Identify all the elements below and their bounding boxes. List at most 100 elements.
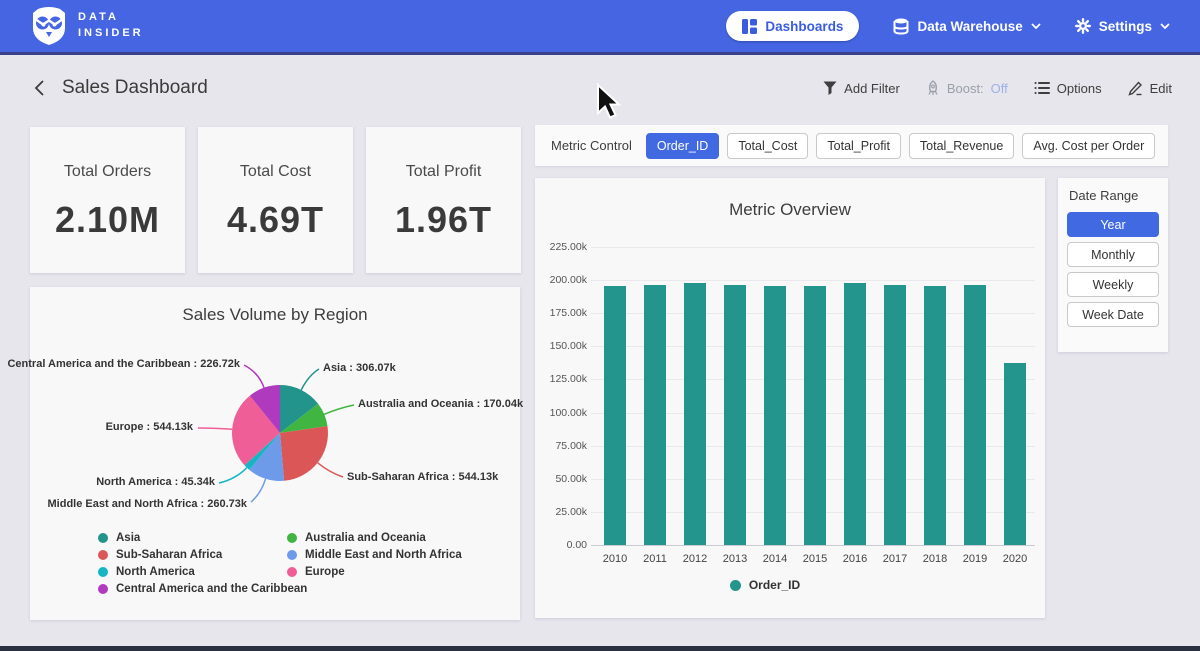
metric-pill-total-cost[interactable]: Total_Cost bbox=[727, 133, 808, 159]
x-axis-tick: 2018 bbox=[915, 553, 955, 565]
x-axis-tick: 2019 bbox=[955, 553, 995, 565]
pie-legend-item[interactable]: Europe bbox=[287, 566, 462, 578]
legend-label: Order_ID bbox=[749, 578, 800, 592]
data-warehouse-menu[interactable]: Data Warehouse bbox=[893, 18, 1040, 35]
bar-2019 bbox=[964, 285, 986, 545]
settings-label: Settings bbox=[1099, 19, 1152, 34]
bar-2011 bbox=[644, 285, 666, 545]
metric-control-bar: Metric Control Order_ID Total_Cost Total… bbox=[535, 125, 1168, 166]
pie-legend-item[interactable]: North America bbox=[98, 566, 307, 578]
chevron-down-icon bbox=[1031, 23, 1041, 30]
x-axis-tick: 2017 bbox=[875, 553, 915, 565]
y-axis-tick: 0.00 bbox=[537, 539, 587, 551]
bar-2016 bbox=[844, 283, 866, 545]
date-range-panel: Date Range Year Monthly Weekly Week Date bbox=[1058, 178, 1168, 352]
y-axis-tick: 125.00k bbox=[537, 373, 587, 385]
list-options-icon bbox=[1034, 81, 1050, 95]
bar-2018 bbox=[924, 286, 946, 545]
pie-callout: Middle East and North Africa : 260.73k bbox=[48, 498, 247, 510]
legend-label: Middle East and North Africa bbox=[305, 549, 462, 561]
legend-label: North America bbox=[116, 566, 195, 578]
pie-legend-column-1: Asia Sub-Saharan Africa North America Centr… bbox=[98, 532, 307, 595]
legend-label: Central America and the Caribbean bbox=[116, 583, 307, 595]
pie-leader-line bbox=[219, 468, 247, 483]
x-axis-tick: 2014 bbox=[755, 553, 795, 565]
bar-2020 bbox=[1004, 363, 1026, 545]
x-axis-tick: 2013 bbox=[715, 553, 755, 565]
bar-2010 bbox=[604, 286, 626, 545]
pie-leader-line bbox=[324, 405, 354, 414]
metric-pill-total-profit[interactable]: Total_Profit bbox=[816, 133, 901, 159]
kpi-label: Total Orders bbox=[64, 163, 151, 181]
kpi-value: 4.69T bbox=[227, 199, 324, 241]
dashboard-grid-icon bbox=[742, 19, 757, 34]
gridline bbox=[591, 247, 1035, 248]
pie-callout: North America : 45.34k bbox=[96, 476, 215, 488]
chart-title: Metric Overview bbox=[535, 200, 1045, 220]
boost-state: Off bbox=[991, 81, 1008, 96]
kpi-value: 1.96T bbox=[395, 199, 492, 241]
date-range-week-date-button[interactable]: Week Date bbox=[1067, 302, 1159, 327]
chevron-down-icon bbox=[1160, 23, 1170, 30]
y-axis-tick: 225.00k bbox=[537, 241, 587, 253]
pie-legend-item[interactable]: Central America and the Caribbean bbox=[98, 583, 307, 595]
metric-pill-avg-cost-per-order[interactable]: Avg. Cost per Order bbox=[1022, 133, 1155, 159]
rocket-icon bbox=[926, 80, 940, 96]
pie-legend-column-2: Australia and Oceania Middle East and Nor… bbox=[287, 532, 462, 578]
kpi-total-profit: Total Profit 1.96T bbox=[366, 127, 521, 273]
legend-dot bbox=[287, 533, 297, 543]
pie-legend-item[interactable]: Asia bbox=[98, 532, 307, 544]
filter-icon bbox=[823, 81, 837, 95]
pie-slice-sub-saharan-africa bbox=[280, 426, 328, 481]
legend-label: Sub-Saharan Africa bbox=[116, 549, 222, 561]
dashboards-button[interactable]: Dashboards bbox=[726, 11, 859, 41]
bar-2012 bbox=[684, 283, 706, 545]
x-axis-tick: 2012 bbox=[675, 553, 715, 565]
options-button[interactable]: Options bbox=[1034, 81, 1102, 96]
add-filter-button[interactable]: Add Filter bbox=[823, 81, 900, 96]
database-icon bbox=[893, 18, 909, 35]
date-range-year-button[interactable]: Year bbox=[1067, 212, 1159, 237]
pie-callout: Central America and the Caribbean : 226.… bbox=[7, 358, 240, 370]
top-nav: DATA INSIDER Dashboards Da bbox=[0, 0, 1200, 55]
pie-leader-line bbox=[318, 463, 343, 477]
x-axis-tick: 2015 bbox=[795, 553, 835, 565]
gridline bbox=[591, 280, 1035, 281]
brand[interactable]: DATA INSIDER bbox=[30, 6, 144, 46]
legend-dot bbox=[98, 550, 108, 560]
back-button[interactable] bbox=[28, 77, 50, 99]
legend-dot bbox=[287, 567, 297, 577]
bar-2017 bbox=[884, 285, 906, 545]
sales-volume-chart-card: Sales Volume by Region Asia : 306.07kAus… bbox=[30, 287, 520, 620]
date-range-weekly-button[interactable]: Weekly bbox=[1067, 272, 1159, 297]
owl-logo-icon bbox=[30, 6, 68, 46]
pie-legend-item[interactable]: Middle East and North Africa bbox=[287, 549, 462, 561]
metric-pill-total-revenue[interactable]: Total_Revenue bbox=[909, 133, 1014, 159]
date-range-monthly-button[interactable]: Monthly bbox=[1067, 242, 1159, 267]
pie-legend-item[interactable]: Sub-Saharan Africa bbox=[98, 549, 307, 561]
y-axis-tick: 100.00k bbox=[537, 407, 587, 419]
pie-leader-line bbox=[198, 428, 232, 429]
edit-button[interactable]: Edit bbox=[1128, 81, 1172, 96]
bar-chart-legend-item[interactable]: Order_ID bbox=[535, 578, 995, 592]
pie-callout: Australia and Oceania : 170.04k bbox=[358, 398, 523, 410]
y-axis-tick: 25.00k bbox=[537, 506, 587, 518]
x-axis-tick: 2016 bbox=[835, 553, 875, 565]
pie-callout: Asia : 306.07k bbox=[323, 362, 396, 374]
page-title: Sales Dashboard bbox=[62, 77, 208, 99]
kpi-label: Total Cost bbox=[240, 163, 311, 181]
bottom-strip bbox=[0, 646, 1200, 651]
y-axis-tick: 75.00k bbox=[537, 440, 587, 452]
x-axis-tick: 2020 bbox=[995, 553, 1035, 565]
date-range-label: Date Range bbox=[1069, 188, 1159, 203]
settings-menu[interactable]: Settings bbox=[1075, 18, 1170, 34]
kpi-total-orders: Total Orders 2.10M bbox=[30, 127, 185, 273]
boost-toggle[interactable]: Boost: Off bbox=[926, 80, 1008, 96]
legend-label: Australia and Oceania bbox=[305, 532, 426, 544]
metric-pill-order-id[interactable]: Order_ID bbox=[646, 133, 719, 159]
legend-dot bbox=[98, 584, 108, 594]
pie-legend-item[interactable]: Australia and Oceania bbox=[287, 532, 462, 544]
y-axis-tick: 150.00k bbox=[537, 340, 587, 352]
legend-dot bbox=[730, 580, 741, 591]
pie-callout: Europe : 544.13k bbox=[106, 421, 193, 433]
